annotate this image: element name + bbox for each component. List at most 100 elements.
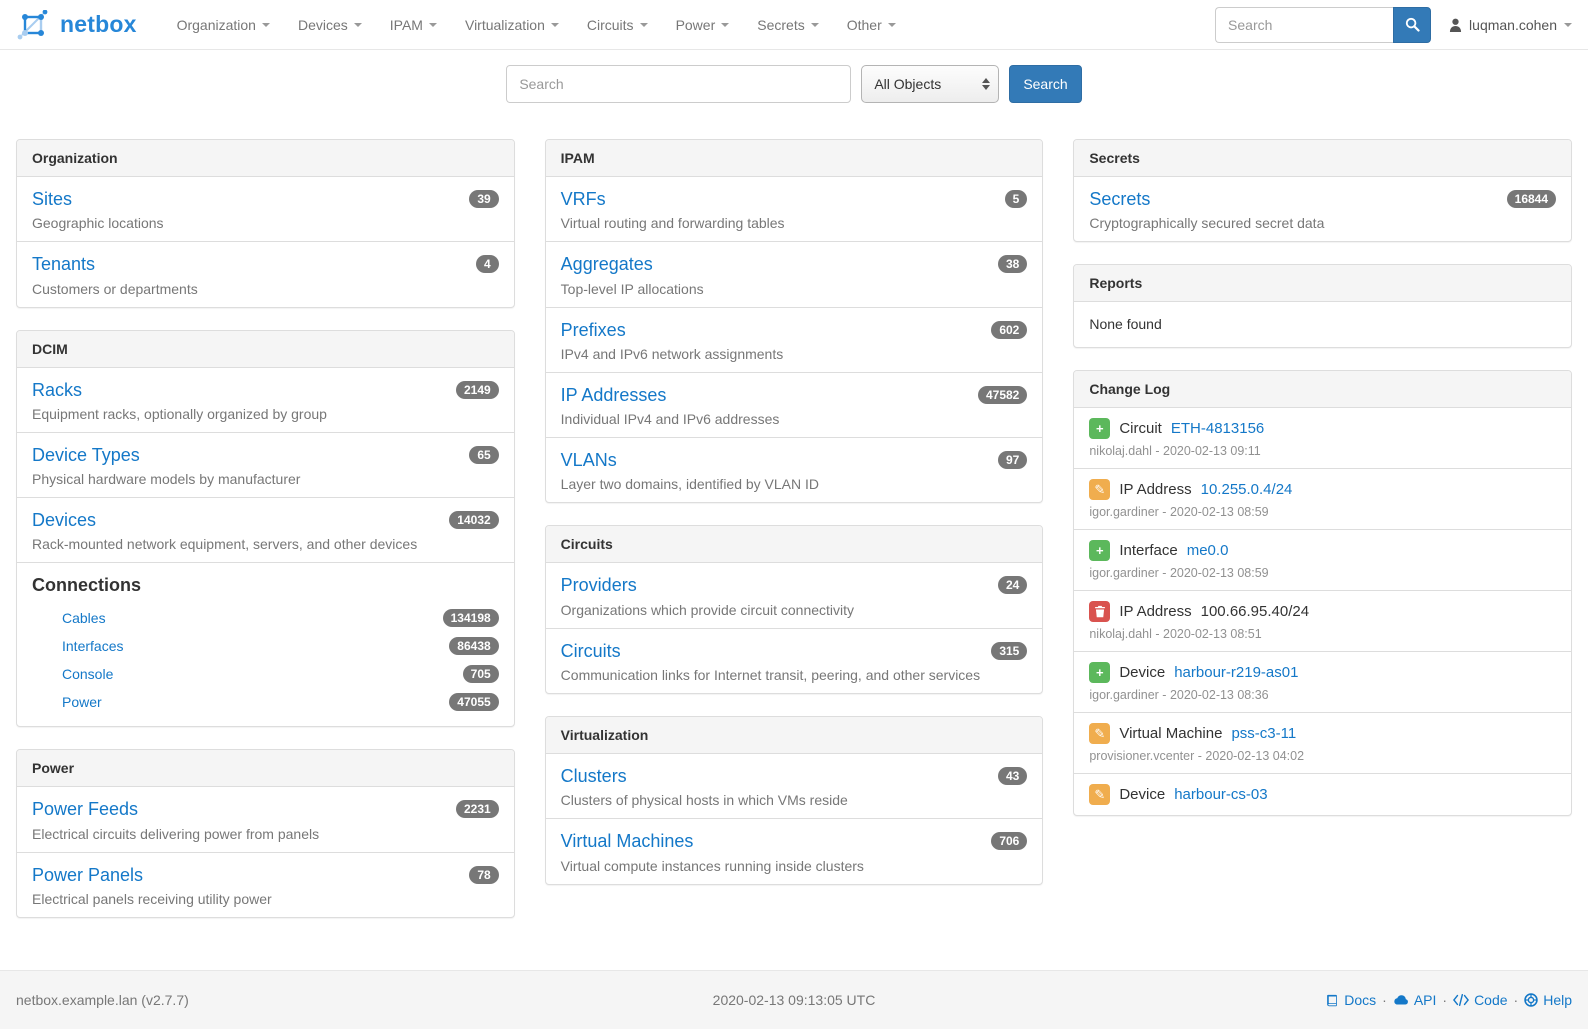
navbar-search-button[interactable] (1393, 7, 1431, 43)
count-badge: 4 (476, 255, 499, 273)
nav-item-circuits[interactable]: Circuits (573, 2, 662, 48)
code-icon (1453, 994, 1469, 1006)
nav-item-other[interactable]: Other (833, 2, 910, 48)
count-badge: 14032 (449, 511, 498, 529)
changelog-object-type: Interface (1119, 542, 1177, 559)
caret-down-icon (811, 23, 819, 27)
link-power-panels[interactable]: Power Panels (32, 863, 143, 887)
count-badge: 78 (469, 866, 498, 884)
changelog-entry: +Deviceharbour-r219-as01igor.gardiner - … (1074, 652, 1571, 713)
panel-heading: Power (17, 750, 514, 787)
footer-link-api[interactable]: API (1393, 992, 1437, 1008)
list-item-ip-addresses: IP Addresses47582Individual IPv4 and IPv… (546, 373, 1043, 438)
netbox-brand[interactable]: netbox (16, 10, 137, 40)
changelog-entry-title: +Interfaceme0.0 (1089, 540, 1556, 561)
link-providers[interactable]: Providers (561, 573, 637, 597)
nav-item-label: Secrets (757, 17, 804, 33)
changelog-entry-meta: igor.gardiner - 2020-02-13 08:59 (1089, 505, 1556, 519)
caret-down-icon (640, 23, 648, 27)
caret-down-icon (721, 23, 729, 27)
link-power[interactable]: Power (62, 694, 102, 710)
changelog-object-link[interactable]: ETH-4813156 (1171, 420, 1264, 437)
link-sites[interactable]: Sites (32, 187, 72, 211)
changelog-entry-title: +Deviceharbour-r219-as01 (1089, 662, 1556, 683)
changelog-entry-meta: igor.gardiner - 2020-02-13 08:59 (1089, 566, 1556, 580)
link-vrfs[interactable]: VRFs (561, 187, 606, 211)
link-console[interactable]: Console (62, 666, 113, 682)
changelog-object-link[interactable]: harbour-cs-03 (1174, 786, 1267, 803)
panel-reports: ReportsNone found (1073, 264, 1572, 348)
changelog-object-link[interactable]: 10.255.0.4/24 (1201, 481, 1293, 498)
nav-item-virtualization[interactable]: Virtualization (451, 2, 573, 48)
nav-item-devices[interactable]: Devices (284, 2, 376, 48)
list-item-tenants: Tenants4Customers or departments (17, 242, 514, 306)
panel-heading: Reports (1074, 265, 1571, 302)
panel-empty-text: None found (1074, 302, 1571, 347)
link-devices[interactable]: Devices (32, 508, 96, 532)
changelog-entry-title: ✎Virtual Machinepss-c3-11 (1089, 723, 1556, 744)
item-description: Clusters of physical hosts in which VMs … (561, 792, 1028, 808)
link-cables[interactable]: Cables (62, 610, 106, 626)
changelog-object-link[interactable]: harbour-r219-as01 (1174, 664, 1298, 681)
changelog-object-type: IP Address (1119, 481, 1191, 498)
footer-link-help[interactable]: Help (1524, 992, 1572, 1008)
changelog-object-link[interactable]: pss-c3-11 (1231, 725, 1296, 742)
changelog-object-type: IP Address (1119, 603, 1191, 620)
changelog-object-link[interactable]: me0.0 (1187, 542, 1229, 559)
link-prefixes[interactable]: Prefixes (561, 318, 626, 342)
changelog-object-type: Device (1119, 664, 1165, 681)
changelog-entry-title: ✎ IP Address 10.255.0.4/24 (1089, 479, 1556, 500)
connection-row-cables: Cables 134198 (32, 604, 499, 632)
link-aggregates[interactable]: Aggregates (561, 252, 653, 276)
link-circuits[interactable]: Circuits (561, 639, 621, 663)
list-item-clusters: Clusters43Clusters of physical hosts in … (546, 754, 1043, 819)
nav-item-power[interactable]: Power (662, 2, 744, 48)
user-menu[interactable]: luqman.cohen (1449, 17, 1572, 33)
link-virtual-machines[interactable]: Virtual Machines (561, 829, 694, 853)
nav-item-organization[interactable]: Organization (163, 2, 284, 48)
panel-circuits: CircuitsProviders24Organizations which p… (545, 525, 1044, 694)
panel-heading: Virtualization (546, 717, 1043, 754)
changelog-entry-meta: igor.gardiner - 2020-02-13 08:36 (1089, 688, 1556, 702)
item-description: Equipment racks, optionally organized by… (32, 406, 499, 422)
list-item-sites: Sites39Geographic locations (17, 177, 514, 242)
link-secrets[interactable]: Secrets (1089, 187, 1150, 211)
link-device-types[interactable]: Device Types (32, 443, 140, 467)
changelog-object-type: Virtual Machine (1119, 725, 1222, 742)
item-description: Geographic locations (32, 215, 499, 231)
count-badge: 134198 (443, 609, 499, 627)
changelog-entry: ✎ IP Address 10.255.0.4/24 igor.gardiner - … (1074, 469, 1571, 530)
panel-heading: DCIM (17, 331, 514, 368)
link-clusters[interactable]: Clusters (561, 764, 627, 788)
item-description: Layer two domains, identified by VLAN ID (561, 476, 1028, 492)
pencil-icon: ✎ (1089, 479, 1110, 500)
link-tenants[interactable]: Tenants (32, 252, 95, 276)
link-power-feeds[interactable]: Power Feeds (32, 797, 138, 821)
changelog-object-name: 100.66.95.40/24 (1201, 603, 1309, 620)
link-racks[interactable]: Racks (32, 378, 82, 402)
link-vlans[interactable]: VLANs (561, 448, 617, 472)
link-interfaces[interactable]: Interfaces (62, 638, 123, 654)
panel-organization: OrganizationSites39Geographic locationsT… (16, 139, 515, 308)
nav-menu: OrganizationDevicesIPAMVirtualizationCir… (163, 2, 910, 48)
hero-search-button[interactable]: Search (1009, 65, 1081, 103)
select-stepper-icon (982, 78, 990, 90)
link-ip-addresses[interactable]: IP Addresses (561, 383, 667, 407)
footer-link-code[interactable]: Code (1453, 992, 1507, 1008)
search-scope-select[interactable]: All Objects (861, 65, 999, 103)
nav-item-label: Power (676, 17, 716, 33)
nav-item-secrets[interactable]: Secrets (743, 2, 832, 48)
item-description: Electrical panels receiving utility powe… (32, 891, 499, 907)
footer-link-docs[interactable]: Docs (1325, 992, 1376, 1008)
column-1: OrganizationSites39Geographic locationsT… (16, 139, 515, 940)
list-item-aggregates: Aggregates38Top-level IP allocations (546, 242, 1043, 307)
hero-search-input[interactable] (506, 65, 851, 103)
changelog-entry-meta: provisioner.vcenter - 2020-02-13 04:02 (1089, 749, 1556, 763)
nav-item-ipam[interactable]: IPAM (376, 2, 451, 48)
changelog-object-type: Device (1119, 786, 1165, 803)
navbar-search-input[interactable] (1215, 7, 1393, 43)
group-title: Connections (32, 575, 499, 596)
username: luqman.cohen (1469, 17, 1557, 33)
count-badge: 47055 (449, 693, 498, 711)
list-item-racks: Racks2149Equipment racks, optionally org… (17, 368, 514, 433)
